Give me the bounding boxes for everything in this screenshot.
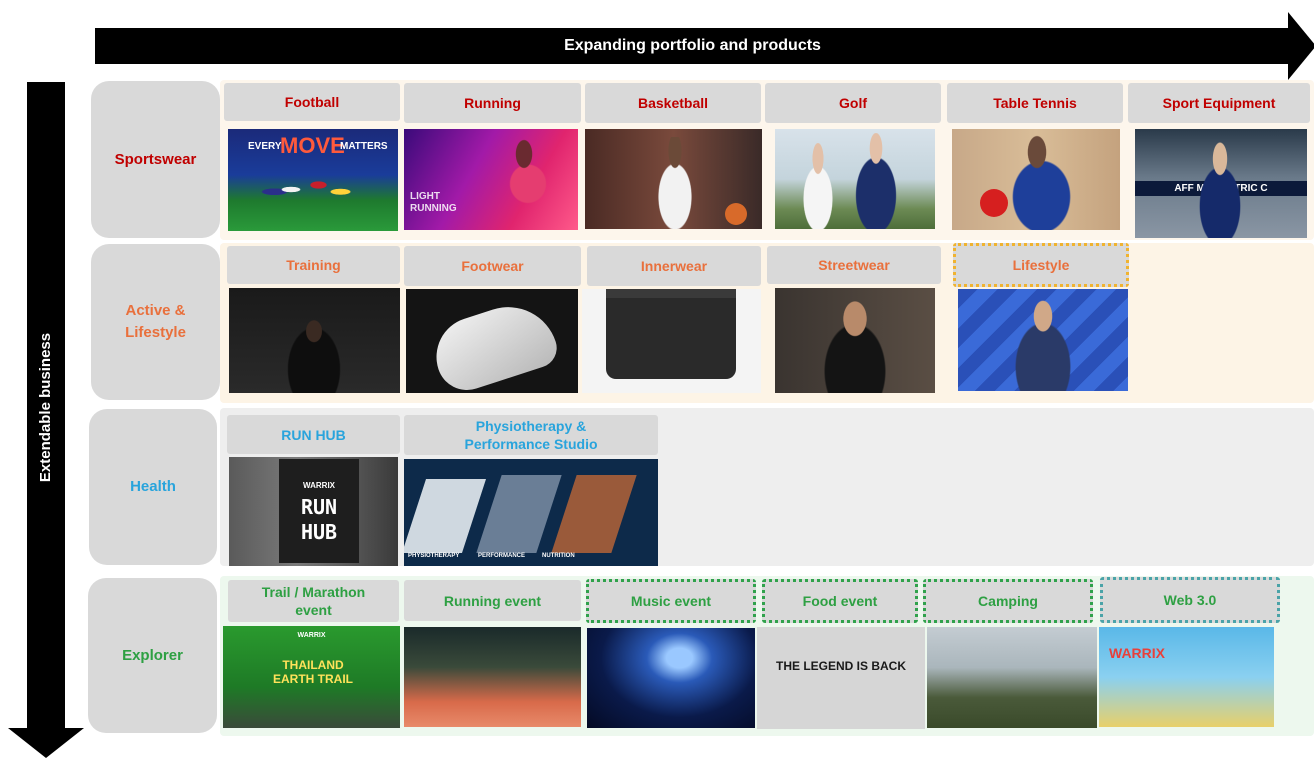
footwear-shoe-shape xyxy=(426,294,562,393)
category-camping: Camping xyxy=(923,579,1093,623)
category-lifestyle: Lifestyle xyxy=(953,243,1129,287)
photo-camping xyxy=(927,627,1097,728)
row-label-active-text: Active & Lifestyle xyxy=(125,302,186,341)
football-banner-right: MATTERS xyxy=(340,141,388,152)
photo-training xyxy=(229,288,400,393)
football-banner-left: EVERY xyxy=(248,141,282,152)
category-physiotherapy-text: Physiotherapy & Performance Studio xyxy=(464,418,598,452)
training-figure-shape xyxy=(269,298,359,393)
basketball-ball-shape xyxy=(725,203,747,225)
category-sport-equipment: Sport Equipment xyxy=(1128,83,1310,123)
run-hub-sign: WARRIX RUN HUB xyxy=(279,459,359,563)
table-tennis-paddle-shape xyxy=(980,189,1008,217)
golf-figure-left xyxy=(793,143,843,229)
row-label-explorer: Explorer xyxy=(88,578,217,733)
trail-title: THAILAND EARTH TRAIL xyxy=(273,658,353,686)
category-basketball: Basketball xyxy=(585,83,761,123)
row-label-health: Health xyxy=(89,409,217,565)
running-figure-shape xyxy=(484,137,564,222)
football-banner-mid: MOVE xyxy=(280,133,345,158)
photo-running-event xyxy=(404,627,581,727)
photo-music-event xyxy=(587,628,755,728)
trail-brand: WARRIX xyxy=(297,632,326,639)
category-music-event: Music event xyxy=(586,579,756,623)
photo-running: LIGHT RUNNING xyxy=(404,129,578,230)
photo-physiotherapy: PHYSIOTHERAPY PERFORMANCE NUTRITION xyxy=(404,459,658,566)
food-title: THE LEGEND IS BACK xyxy=(775,659,906,673)
running-banner: LIGHT RUNNING xyxy=(410,191,457,214)
category-trail-marathon: Trail / Marathon event xyxy=(228,580,399,622)
photo-table-tennis xyxy=(952,129,1120,230)
category-run-hub: RUN HUB xyxy=(227,415,400,454)
category-football: Football xyxy=(224,83,400,121)
vertical-arrow-label-wrap: Extendable business xyxy=(27,82,65,732)
category-running: Running xyxy=(404,83,581,123)
basketball-player-shape xyxy=(645,137,705,229)
photo-run-hub: WARRIX RUN HUB xyxy=(229,457,398,566)
vertical-arrow-label: Extendable business xyxy=(37,332,55,482)
photo-food-event: THE LEGEND IS BACK xyxy=(757,627,925,729)
sport-equipment-figure xyxy=(1185,139,1255,238)
photo-streetwear xyxy=(775,288,935,393)
streetwear-figure-shape xyxy=(805,294,905,393)
golf-figure-right xyxy=(843,133,909,229)
row-label-active-lifestyle: Active & Lifestyle xyxy=(91,244,220,400)
photo-innerwear xyxy=(582,289,761,393)
physio-panel-1 xyxy=(404,479,487,553)
physio-panel-2 xyxy=(476,475,562,553)
run-hub-brand: WARRIX xyxy=(303,481,335,490)
horizontal-arrow-head xyxy=(1288,12,1314,80)
category-physiotherapy: Physiotherapy & Performance Studio xyxy=(404,415,658,455)
category-web3: Web 3.0 xyxy=(1100,577,1280,623)
photo-lifestyle xyxy=(958,289,1128,391)
football-players-shape xyxy=(258,167,368,212)
category-food-event: Food event xyxy=(762,579,918,623)
physio-label-3: NUTRITION xyxy=(542,553,575,559)
lifestyle-figure-shape xyxy=(998,295,1088,391)
category-golf: Golf xyxy=(765,83,941,123)
photo-web3: WARRIX xyxy=(1099,627,1274,727)
photo-footwear xyxy=(406,289,578,393)
category-table-tennis: Table Tennis xyxy=(947,83,1123,123)
category-footwear: Footwear xyxy=(404,246,581,286)
photo-sport-equipment: AFF M ELECTRIC C xyxy=(1135,129,1307,238)
category-running-event: Running event xyxy=(404,580,581,621)
photo-basketball xyxy=(585,129,762,229)
horizontal-arrow-label: Expanding portfolio and products xyxy=(564,37,821,54)
category-trail-marathon-text: Trail / Marathon event xyxy=(261,584,366,618)
photo-trail-marathon: WARRIX THAILAND EARTH TRAIL xyxy=(223,626,400,728)
table-tennis-player-shape xyxy=(992,135,1082,230)
innerwear-shape xyxy=(606,289,736,379)
physio-panel-3 xyxy=(551,475,637,553)
vertical-arrow-head xyxy=(8,728,84,758)
photo-golf xyxy=(775,129,935,229)
category-innerwear: Innerwear xyxy=(587,246,761,286)
category-training: Training xyxy=(227,246,400,284)
run-hub-sign-text: RUN HUB xyxy=(300,495,338,544)
category-streetwear: Streetwear xyxy=(767,246,941,284)
physio-label-1: PHYSIOTHERAPY xyxy=(408,553,460,559)
web3-title: WARRIX xyxy=(1109,645,1165,661)
photo-football: EVERY MOVE MATTERS xyxy=(228,129,398,231)
physio-label-2: PERFORMANCE xyxy=(478,553,526,559)
row-label-sportswear: Sportswear xyxy=(91,81,220,238)
